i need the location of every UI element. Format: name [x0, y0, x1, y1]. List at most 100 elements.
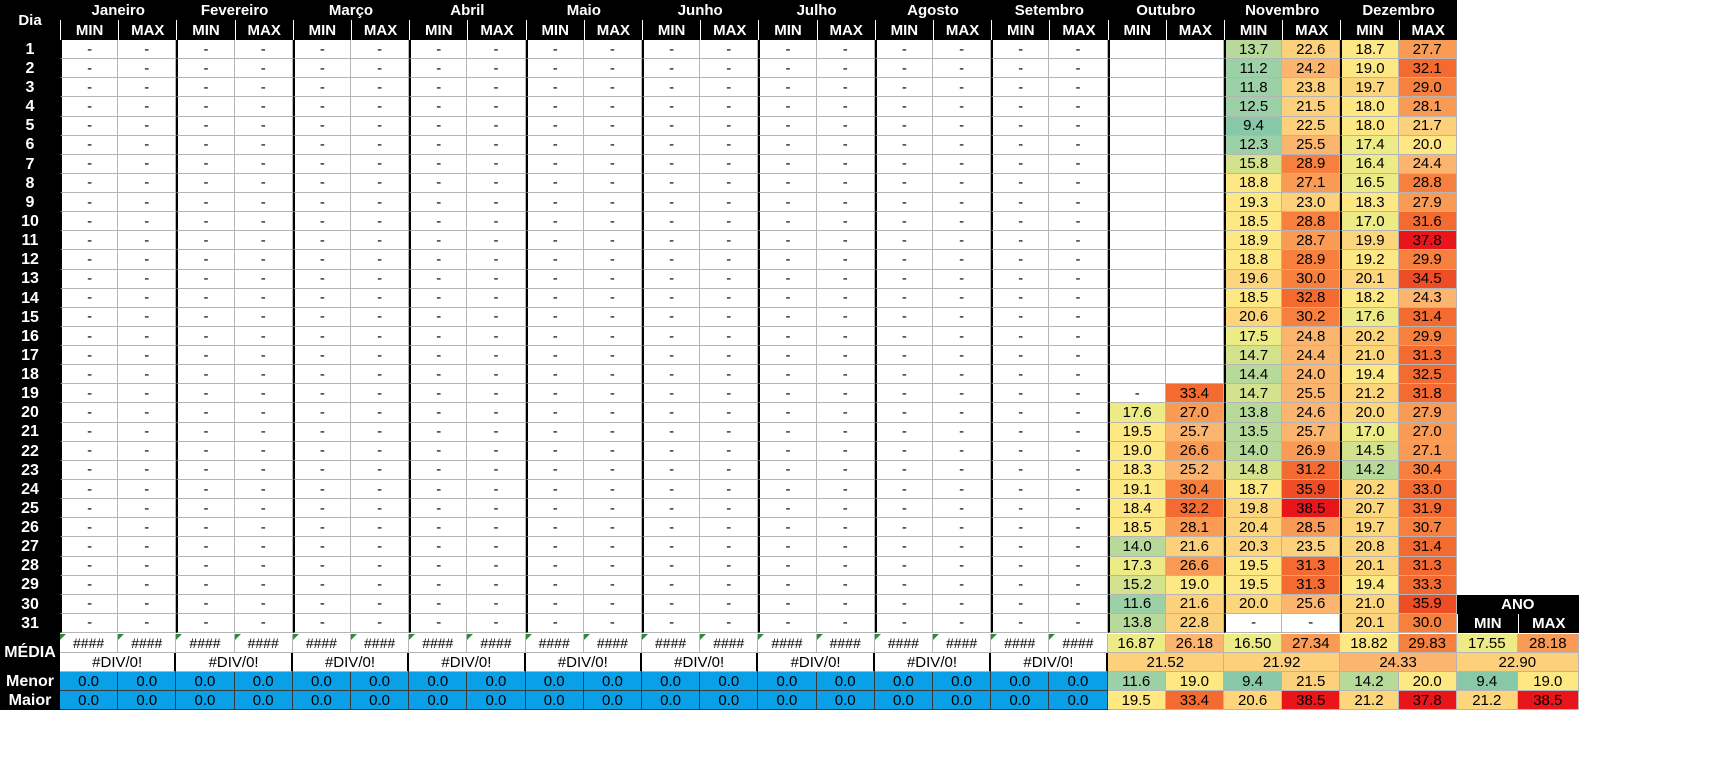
media-max-cell[interactable]: ####	[1049, 634, 1108, 654]
media-cell[interactable]: #DIV/0!	[991, 653, 1108, 673]
max-cell[interactable]: 27.1	[1282, 173, 1341, 194]
min-cell[interactable]: -	[758, 556, 817, 576]
max-cell[interactable]: -	[816, 135, 875, 155]
max-cell[interactable]: -	[118, 594, 177, 614]
min-cell[interactable]: -	[176, 613, 235, 634]
max-cell[interactable]: 31.2	[1282, 460, 1341, 480]
max-cell[interactable]: -	[933, 384, 992, 404]
min-cell[interactable]: 19.3	[1224, 193, 1283, 213]
min-cell[interactable]: -	[874, 346, 933, 366]
min-cell[interactable]: -	[176, 231, 235, 251]
media-cell[interactable]: #DIV/0!	[292, 653, 410, 673]
min-cell[interactable]: -	[292, 594, 351, 614]
min-cell[interactable]: -	[991, 575, 1050, 595]
max-cell[interactable]: -	[1049, 59, 1108, 79]
max-cell[interactable]: -	[700, 135, 759, 155]
min-cell[interactable]: -	[642, 384, 701, 404]
max-cell[interactable]: -	[351, 78, 410, 98]
media-max-cell[interactable]: ####	[583, 634, 642, 654]
max-cell[interactable]: -	[467, 460, 526, 480]
max-cell[interactable]: -	[467, 307, 526, 327]
max-cell[interactable]: 27.0	[1398, 422, 1457, 442]
max-cell[interactable]	[1165, 135, 1224, 155]
min-cell[interactable]: 21.0	[1340, 594, 1399, 614]
min-cell[interactable]: -	[758, 212, 817, 232]
ano-menor-min[interactable]: 9.4	[1456, 672, 1518, 692]
min-cell[interactable]: -	[409, 231, 468, 251]
min-cell[interactable]: -	[874, 326, 933, 347]
max-cell[interactable]: -	[816, 59, 875, 79]
max-cell[interactable]: -	[351, 594, 410, 614]
max-cell[interactable]: -	[1049, 78, 1108, 98]
min-cell[interactable]: -	[525, 307, 584, 327]
max-cell[interactable]: -	[351, 326, 410, 347]
max-cell[interactable]: -	[467, 78, 526, 98]
media-max-cell[interactable]: ####	[933, 634, 992, 654]
max-cell[interactable]: -	[816, 250, 875, 270]
max-cell[interactable]: -	[234, 479, 293, 500]
max-cell[interactable]: 28.1	[1165, 518, 1224, 538]
min-cell[interactable]: -	[991, 518, 1050, 538]
min-cell[interactable]: 20.8	[1340, 537, 1399, 557]
min-cell[interactable]: -	[991, 326, 1050, 347]
min-cell[interactable]: -	[991, 193, 1050, 213]
max-cell[interactable]: 32.2	[1165, 499, 1224, 519]
maior-min-cell[interactable]: 0.0	[525, 691, 584, 711]
min-cell[interactable]: 18.2	[1340, 288, 1399, 308]
menor-min-cell[interactable]: 0.0	[758, 672, 817, 692]
menor-min-cell[interactable]: 0.0	[292, 672, 351, 692]
max-cell[interactable]: -	[467, 422, 526, 442]
max-cell[interactable]: -	[816, 116, 875, 136]
menor-max-cell[interactable]: 19.0	[1165, 672, 1224, 692]
min-cell[interactable]: -	[176, 59, 235, 79]
min-cell[interactable]: 18.5	[1224, 212, 1283, 232]
max-cell[interactable]: 28.9	[1282, 250, 1341, 270]
max-cell[interactable]: 30.0	[1282, 269, 1341, 289]
max-cell[interactable]: -	[467, 288, 526, 308]
min-cell[interactable]: -	[292, 537, 351, 557]
max-cell[interactable]: -	[583, 173, 642, 194]
media-cell[interactable]: #DIV/0!	[758, 653, 875, 673]
maior-max-cell[interactable]: 38.5	[1282, 691, 1341, 711]
max-cell[interactable]: -	[583, 193, 642, 213]
max-cell[interactable]: -	[583, 116, 642, 136]
min-cell[interactable]: -	[758, 326, 817, 347]
min-cell[interactable]: -	[642, 250, 701, 270]
min-cell[interactable]: -	[991, 441, 1050, 461]
min-cell[interactable]: -	[292, 422, 351, 442]
min-cell[interactable]: -	[176, 173, 235, 194]
max-cell[interactable]: -	[351, 441, 410, 461]
max-cell[interactable]: -	[583, 231, 642, 251]
max-cell[interactable]: 26.9	[1282, 441, 1341, 461]
min-cell[interactable]: 20.1	[1340, 556, 1399, 576]
max-cell[interactable]: 33.3	[1398, 575, 1457, 595]
min-cell[interactable]: -	[409, 154, 468, 174]
max-cell[interactable]: -	[351, 460, 410, 480]
max-cell[interactable]: -	[816, 173, 875, 194]
max-cell[interactable]: -	[583, 78, 642, 98]
max-cell[interactable]: -	[234, 326, 293, 347]
max-cell[interactable]: 38.5	[1282, 499, 1341, 519]
max-cell[interactable]: 25.7	[1282, 422, 1341, 442]
min-cell[interactable]: 19.2	[1340, 250, 1399, 270]
max-cell[interactable]: -	[118, 307, 177, 327]
min-cell[interactable]: -	[874, 594, 933, 614]
min-cell[interactable]: -	[60, 212, 119, 232]
max-cell[interactable]: -	[933, 135, 992, 155]
max-cell[interactable]: 30.7	[1398, 518, 1457, 538]
menor-min-cell[interactable]: 0.0	[409, 672, 468, 692]
max-cell[interactable]: -	[118, 78, 177, 98]
max-cell[interactable]: 27.1	[1398, 441, 1457, 461]
max-cell[interactable]: -	[118, 231, 177, 251]
max-cell[interactable]: -	[351, 479, 410, 500]
max-cell[interactable]: -	[234, 135, 293, 155]
max-cell[interactable]: -	[351, 269, 410, 289]
media-min-cell[interactable]: ####	[874, 634, 933, 654]
min-cell[interactable]	[1107, 135, 1166, 155]
min-cell[interactable]	[1107, 307, 1166, 327]
media-min-cell[interactable]: ####	[176, 634, 235, 654]
min-cell[interactable]: 19.0	[1340, 59, 1399, 79]
max-cell[interactable]: -	[816, 422, 875, 442]
min-cell[interactable]	[1107, 269, 1166, 289]
min-cell[interactable]: 14.4	[1224, 365, 1283, 385]
